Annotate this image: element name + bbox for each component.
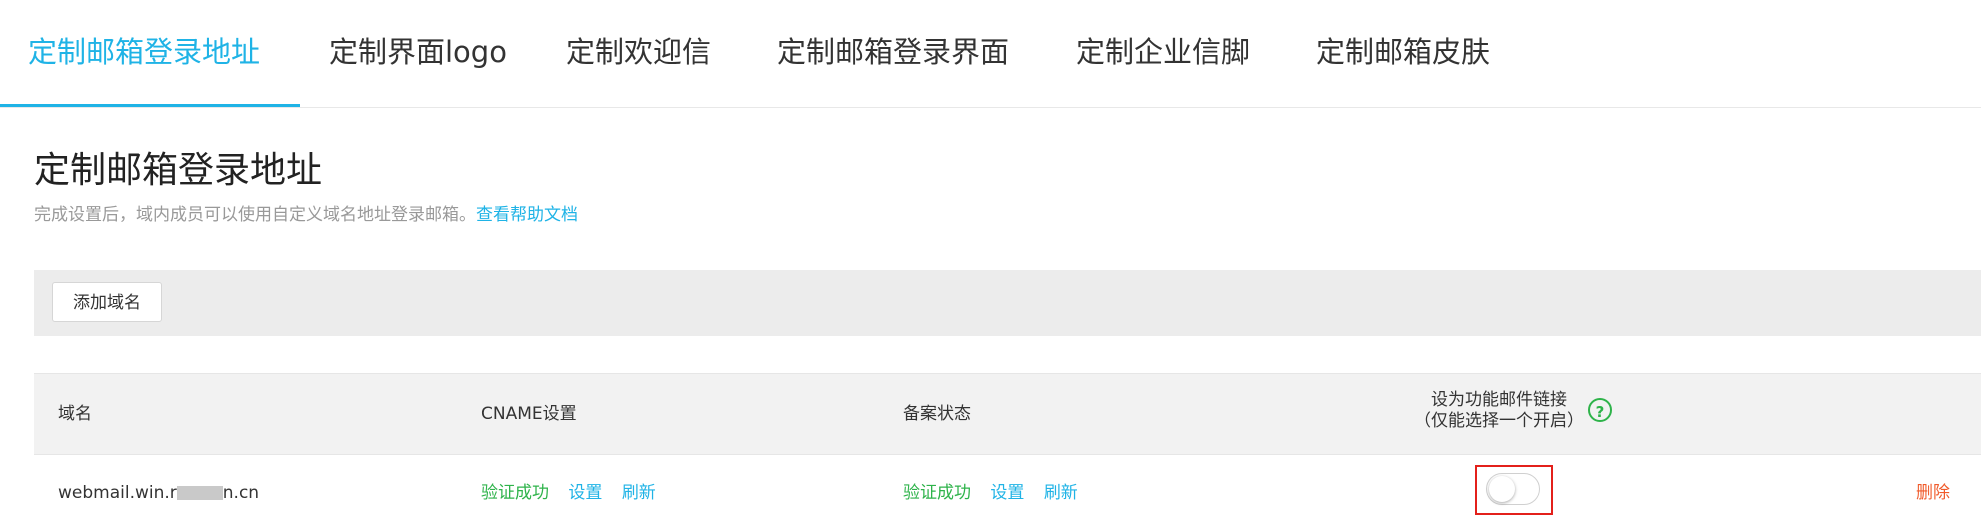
function-link-toggle[interactable] bbox=[1486, 473, 1540, 505]
cname-refresh-link[interactable]: 刷新 bbox=[622, 483, 656, 503]
domain-cell: webmail.win.r n.cn bbox=[58, 482, 259, 504]
cname-cell: 验证成功 设置 刷新 bbox=[481, 482, 656, 504]
page-subtitle: 完成设置后，域内成员可以使用自定义域名地址登录邮箱。查看帮助文档 bbox=[34, 204, 578, 226]
header-domain: 域名 bbox=[58, 404, 92, 424]
header-function-link-line2: （仅能选择一个开启） bbox=[1414, 411, 1584, 431]
tab-bar: 定制邮箱登录地址 定制界面logo 定制欢迎信 定制邮箱登录界面 定制企业信脚 … bbox=[0, 0, 1981, 108]
subtitle-text: 完成设置后，域内成员可以使用自定义域名地址登录邮箱。 bbox=[34, 205, 476, 225]
header-filing-status: 备案状态 bbox=[903, 404, 971, 424]
filing-status: 验证成功 bbox=[903, 483, 971, 503]
help-doc-link[interactable]: 查看帮助文档 bbox=[476, 205, 578, 225]
delete-link[interactable]: 删除 bbox=[1916, 482, 1950, 504]
filing-refresh-link[interactable]: 刷新 bbox=[1044, 483, 1078, 503]
tab-mailbox-skin[interactable]: 定制邮箱皮肤 bbox=[1316, 32, 1490, 72]
cname-set-link[interactable]: 设置 bbox=[568, 483, 602, 503]
active-tab-underline bbox=[0, 104, 300, 107]
header-cname: CNAME设置 bbox=[481, 404, 577, 424]
header-function-link: 设为功能邮件链接 （仅能选择一个开启） bbox=[1414, 390, 1584, 432]
table-header: 域名 CNAME设置 备案状态 设为功能邮件链接 （仅能选择一个开启） ? bbox=[34, 373, 1981, 455]
toggle-knob bbox=[1489, 476, 1515, 502]
domain-text-suffix: n.cn bbox=[222, 483, 260, 503]
filing-cell: 验证成功 设置 刷新 bbox=[903, 482, 1078, 504]
toolbar: 添加域名 bbox=[34, 270, 1981, 336]
header-function-link-line1: 设为功能邮件链接 bbox=[1431, 390, 1567, 410]
tab-enterprise-footer[interactable]: 定制企业信脚 bbox=[1076, 32, 1250, 72]
domain-text-prefix: webmail.win.r bbox=[58, 483, 177, 503]
filing-set-link[interactable]: 设置 bbox=[990, 483, 1024, 503]
table-row: webmail.win.r n.cn 验证成功 设置 刷新 验证成功 设置 刷新 … bbox=[34, 455, 1981, 531]
tab-welcome-letter[interactable]: 定制欢迎信 bbox=[566, 32, 711, 72]
domain-mask bbox=[176, 486, 223, 500]
question-circle-icon[interactable]: ? bbox=[1588, 398, 1612, 422]
tab-interface-logo[interactable]: 定制界面logo bbox=[329, 32, 507, 72]
tab-login-interface[interactable]: 定制邮箱登录界面 bbox=[777, 32, 1009, 72]
cname-status: 验证成功 bbox=[481, 483, 549, 503]
page-title: 定制邮箱登录地址 bbox=[34, 150, 323, 191]
add-domain-button[interactable]: 添加域名 bbox=[52, 282, 162, 322]
tab-login-address[interactable]: 定制邮箱登录地址 bbox=[28, 32, 260, 72]
